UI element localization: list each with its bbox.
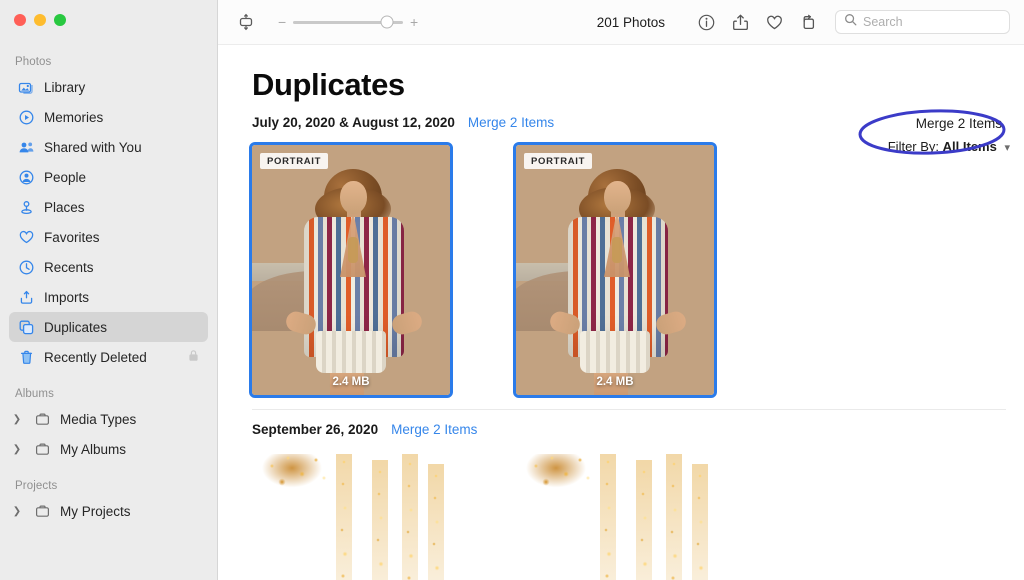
sidebar-item-label: Places [44, 199, 85, 215]
toolbar: − + 201 Photos [218, 0, 1024, 45]
file-size-label: 2.4 MB [332, 376, 370, 388]
search-field[interactable] [835, 10, 1010, 34]
window-controls [14, 14, 66, 26]
sidebar-item-label: Shared with You [44, 139, 142, 155]
photo-thumbnail[interactable]: PORTRAIT 2.4 MB [513, 142, 717, 398]
zoom-out-label[interactable]: − [278, 15, 286, 29]
photo-image [252, 145, 450, 395]
sidebar-item-label: My Projects [60, 503, 131, 519]
zoom-track[interactable] [293, 15, 403, 29]
group-date-label: September 26, 2020 [252, 422, 379, 437]
group-merge-link[interactable]: Merge 2 Items [468, 115, 554, 130]
sidebar-item-my-projects[interactable]: ❯ My Projects [9, 496, 208, 526]
memories-icon [18, 109, 35, 126]
photo-thumbnail[interactable] [252, 454, 450, 580]
photo-grid [252, 454, 1024, 580]
sidebar-item-label: My Albums [60, 441, 127, 457]
filter-value-label: All Items [942, 139, 997, 154]
trash-icon [18, 349, 35, 366]
folder-icon [34, 503, 51, 520]
search-icon [844, 13, 857, 31]
sidebar-item-label: People [44, 169, 87, 185]
sidebar-item-label: Library [44, 79, 86, 95]
duplicates-icon [18, 319, 35, 336]
sidebar-section-albums-title: Albums [15, 388, 54, 400]
photo-thumbnail[interactable] [516, 454, 714, 580]
chevron-right-icon[interactable]: ❯ [9, 506, 25, 517]
sidebar-item-recently-deleted[interactable]: Recently Deleted [9, 342, 208, 372]
main-area: − + 201 Photos Search Duplicates Merge 2… [218, 0, 1024, 580]
chevron-down-icon[interactable]: ▾ [1004, 141, 1010, 154]
chevron-right-icon[interactable]: ❯ [9, 414, 25, 425]
heart-icon [18, 229, 35, 246]
zoom-in-label[interactable]: + [410, 15, 418, 29]
sidebar-item-memories[interactable]: Memories [9, 102, 208, 132]
sidebar-section-projects-title: Projects [15, 480, 58, 492]
minimize-button[interactable] [34, 14, 46, 26]
sidebar-item-places[interactable]: Places [9, 192, 208, 222]
sidebar: Photos Library Memories Shared with You … [0, 0, 218, 580]
photo-grid: PORTRAIT 2.4 MB PORTRAIT 2.4 MB [249, 142, 1024, 398]
sidebar-item-label: Recently Deleted [44, 349, 147, 365]
sidebar-item-people[interactable]: People [9, 162, 208, 192]
sidebar-item-favorites[interactable]: Favorites [9, 222, 208, 252]
file-size-label: 2.4 MB [596, 376, 634, 388]
sidebar-item-label: Imports [44, 289, 90, 305]
photo-thumbnail[interactable]: PORTRAIT 2.4 MB [249, 142, 453, 398]
imports-icon [18, 289, 35, 306]
sidebar-item-duplicates[interactable]: Duplicates [9, 312, 208, 342]
merge-items-button[interactable]: Merge 2 Items [908, 113, 1010, 134]
photo-count-label: 201 Photos [596, 14, 665, 30]
search-input[interactable] [863, 15, 1001, 29]
lock-icon [188, 349, 199, 365]
clock-icon [18, 259, 35, 276]
filter-control[interactable]: Filter By: All Items ▾ [810, 139, 1010, 154]
sidebar-toggle-icon[interactable] [236, 12, 256, 32]
group-header: September 26, 2020 Merge 2 Items [252, 422, 1024, 442]
shared-with-you-icon [18, 139, 35, 156]
library-icon [18, 79, 35, 96]
zoom-knob[interactable] [380, 15, 394, 29]
zoom-slider[interactable]: − + [278, 15, 418, 29]
sidebar-item-label: Favorites [44, 229, 100, 245]
sidebar-item-label: Recents [44, 259, 94, 275]
photo-item[interactable]: PORTRAIT 2.4 MB [513, 142, 717, 398]
sidebar-item-recents[interactable]: Recents [9, 252, 208, 282]
sidebar-item-library[interactable]: Library [9, 72, 208, 102]
sidebar-item-label: Duplicates [44, 319, 108, 335]
sidebar-section-photos-title: Photos [15, 56, 52, 68]
content-area: Duplicates Merge 2 Items Filter By: All … [218, 45, 1024, 580]
photo-item[interactable]: PORTRAIT 2.4 MB [249, 142, 453, 398]
portrait-badge: PORTRAIT [260, 153, 329, 169]
group-date-label: July 20, 2020 & August 12, 2020 [252, 115, 455, 130]
sidebar-scroll: Photos Library Memories Shared with You … [0, 0, 217, 526]
info-icon[interactable] [689, 7, 723, 37]
chevron-right-icon[interactable]: ❯ [9, 444, 25, 455]
sidebar-item-label: Media Types [60, 411, 137, 427]
filter-prefix-label: Filter By: [887, 139, 940, 154]
share-icon[interactable] [723, 7, 757, 37]
section-divider [252, 409, 1006, 410]
sidebar-item-my-albums[interactable]: ❯ My Albums [9, 434, 208, 464]
group-merge-link[interactable]: Merge 2 Items [391, 422, 477, 437]
rotate-icon[interactable] [791, 7, 825, 37]
people-icon [18, 169, 35, 186]
photo-image [516, 145, 714, 395]
photos-window: Photos Library Memories Shared with You … [0, 0, 1024, 580]
close-button[interactable] [14, 14, 26, 26]
sidebar-item-label: Memories [44, 109, 104, 125]
folder-icon [34, 441, 51, 458]
page-title: Duplicates [252, 67, 405, 102]
favorite-heart-icon[interactable] [757, 7, 791, 37]
zoom-button[interactable] [54, 14, 66, 26]
sidebar-item-shared-with-you[interactable]: Shared with You [9, 132, 208, 162]
header-actions: Merge 2 Items Filter By: All Items ▾ [810, 109, 1010, 155]
folder-icon [34, 411, 51, 428]
portrait-badge: PORTRAIT [524, 153, 593, 169]
sidebar-item-imports[interactable]: Imports [9, 282, 208, 312]
sidebar-item-media-types[interactable]: ❯ Media Types [9, 404, 208, 434]
places-icon [18, 199, 35, 216]
